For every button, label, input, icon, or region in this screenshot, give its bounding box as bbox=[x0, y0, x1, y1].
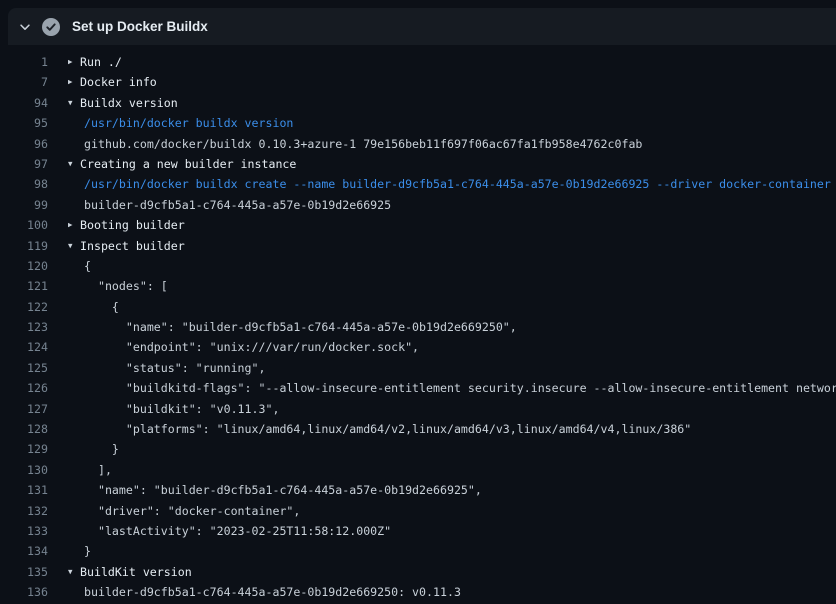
chevron-down-icon[interactable] bbox=[14, 20, 36, 34]
log-line: 121 "nodes": [ bbox=[0, 276, 836, 296]
line-number[interactable]: 131 bbox=[0, 480, 48, 500]
log-text: "status": "running", bbox=[48, 358, 265, 378]
triangle-collapsed-icon[interactable]: ▶ bbox=[68, 215, 80, 235]
line-number[interactable]: 121 bbox=[0, 276, 48, 296]
log-line: 130 ], bbox=[0, 460, 836, 480]
line-number[interactable]: 100 bbox=[0, 215, 48, 235]
line-number[interactable]: 127 bbox=[0, 399, 48, 419]
group-title[interactable]: Buildx version bbox=[80, 93, 178, 113]
triangle-collapsed-icon[interactable]: ▶ bbox=[68, 52, 80, 72]
line-number[interactable]: 125 bbox=[0, 358, 48, 378]
line-number[interactable]: 96 bbox=[0, 134, 48, 154]
line-number[interactable]: 122 bbox=[0, 297, 48, 317]
line-number[interactable]: 1 bbox=[0, 52, 48, 72]
log-group-header[interactable]: 94 ▼Buildx version bbox=[0, 93, 836, 113]
line-number[interactable]: 132 bbox=[0, 501, 48, 521]
log-text: } bbox=[48, 439, 119, 459]
group-title[interactable]: Docker info bbox=[80, 72, 157, 92]
log-line: 98/usr/bin/docker buildx create --name b… bbox=[0, 174, 836, 194]
log-line: 125 "status": "running", bbox=[0, 358, 836, 378]
log-line: 134} bbox=[0, 541, 836, 561]
log-group-header[interactable]: 119 ▼Inspect builder bbox=[0, 236, 836, 256]
log-line: 129 } bbox=[0, 439, 836, 459]
log-text: "nodes": [ bbox=[48, 276, 168, 296]
log-text: "driver": "docker-container", bbox=[48, 501, 300, 521]
log-text: { bbox=[48, 256, 91, 276]
line-number[interactable]: 128 bbox=[0, 419, 48, 439]
group-title[interactable]: Inspect builder bbox=[80, 236, 185, 256]
group-title[interactable]: BuildKit version bbox=[80, 562, 192, 582]
line-number[interactable]: 129 bbox=[0, 439, 48, 459]
log-line: 96github.com/docker/buildx 0.10.3+azure-… bbox=[0, 134, 836, 154]
check-circle-icon bbox=[42, 18, 60, 36]
log-text: } bbox=[48, 541, 91, 561]
log-line: 131 "name": "builder-d9cfb5a1-c764-445a-… bbox=[0, 480, 836, 500]
triangle-expanded-icon[interactable]: ▼ bbox=[68, 236, 80, 256]
log-text: "buildkitd-flags": "--allow-insecure-ent… bbox=[48, 378, 836, 398]
line-number[interactable]: 97 bbox=[0, 154, 48, 174]
log-group-header[interactable]: 7 ▶Docker info bbox=[0, 72, 836, 92]
line-number[interactable]: 133 bbox=[0, 521, 48, 541]
log-line: 99builder-d9cfb5a1-c764-445a-a57e-0b19d2… bbox=[0, 195, 836, 215]
log-text: "platforms": "linux/amd64,linux/amd64/v2… bbox=[48, 419, 691, 439]
line-number[interactable]: 136 bbox=[0, 582, 48, 602]
command-text: /usr/bin/docker buildx version bbox=[48, 113, 293, 133]
triangle-expanded-icon[interactable]: ▼ bbox=[68, 562, 80, 582]
log-line: 128 "platforms": "linux/amd64,linux/amd6… bbox=[0, 419, 836, 439]
log-text: { bbox=[48, 297, 119, 317]
log-group-header[interactable]: 135 ▼BuildKit version bbox=[0, 562, 836, 582]
step-header[interactable]: Set up Docker Buildx bbox=[8, 8, 836, 45]
group-title[interactable]: Creating a new builder instance bbox=[80, 154, 296, 174]
log-line: 123 "name": "builder-d9cfb5a1-c764-445a-… bbox=[0, 317, 836, 337]
log-line: 133 "lastActivity": "2023-02-25T11:58:12… bbox=[0, 521, 836, 541]
log-text: "name": "builder-d9cfb5a1-c764-445a-a57e… bbox=[48, 480, 482, 500]
log-line: 136builder-d9cfb5a1-c764-445a-a57e-0b19d… bbox=[0, 582, 836, 602]
log-line: 132 "driver": "docker-container", bbox=[0, 501, 836, 521]
log-text: "name": "builder-d9cfb5a1-c764-445a-a57e… bbox=[48, 317, 517, 337]
log-text: ], bbox=[48, 460, 112, 480]
log-group-header[interactable]: 97 ▼Creating a new builder instance bbox=[0, 154, 836, 174]
step-title: Set up Docker Buildx bbox=[72, 19, 208, 34]
log-lines: 1▶Run ./7▶Docker info94▼Buildx version95… bbox=[0, 45, 836, 603]
log-line: 122 { bbox=[0, 297, 836, 317]
line-number[interactable]: 124 bbox=[0, 337, 48, 357]
log-text: github.com/docker/buildx 0.10.3+azure-1 … bbox=[48, 134, 642, 154]
group-title[interactable]: Run ./ bbox=[80, 52, 122, 72]
command-text: /usr/bin/docker buildx create --name bui… bbox=[48, 174, 831, 194]
line-number[interactable]: 99 bbox=[0, 195, 48, 215]
log-line: 127 "buildkit": "v0.11.3", bbox=[0, 399, 836, 419]
group-title[interactable]: Booting builder bbox=[80, 215, 185, 235]
triangle-collapsed-icon[interactable]: ▶ bbox=[68, 72, 80, 92]
triangle-expanded-icon[interactable]: ▼ bbox=[68, 93, 80, 113]
line-number[interactable]: 134 bbox=[0, 541, 48, 561]
line-number[interactable]: 98 bbox=[0, 174, 48, 194]
log-line: 124 "endpoint": "unix:///var/run/docker.… bbox=[0, 337, 836, 357]
line-number[interactable]: 119 bbox=[0, 236, 48, 256]
log-text: builder-d9cfb5a1-c764-445a-a57e-0b19d2e6… bbox=[48, 582, 461, 602]
log-line: 120{ bbox=[0, 256, 836, 276]
line-number[interactable]: 126 bbox=[0, 378, 48, 398]
line-number[interactable]: 135 bbox=[0, 562, 48, 582]
line-number[interactable]: 120 bbox=[0, 256, 48, 276]
line-number[interactable]: 94 bbox=[0, 93, 48, 113]
line-number[interactable]: 7 bbox=[0, 72, 48, 92]
line-number[interactable]: 123 bbox=[0, 317, 48, 337]
actions-log-viewer: Set up Docker Buildx 1▶Run ./7▶Docker in… bbox=[0, 0, 836, 604]
log-text: "endpoint": "unix:///var/run/docker.sock… bbox=[48, 337, 419, 357]
log-group-header[interactable]: 1 ▶Run ./ bbox=[0, 52, 836, 72]
log-line: 95/usr/bin/docker buildx version bbox=[0, 113, 836, 133]
triangle-expanded-icon[interactable]: ▼ bbox=[68, 154, 80, 174]
line-number[interactable]: 95 bbox=[0, 113, 48, 133]
log-line: 126 "buildkitd-flags": "--allow-insecure… bbox=[0, 378, 836, 398]
log-group-header[interactable]: 100 ▶Booting builder bbox=[0, 215, 836, 235]
log-text: "lastActivity": "2023-02-25T11:58:12.000… bbox=[48, 521, 391, 541]
line-number[interactable]: 130 bbox=[0, 460, 48, 480]
log-text: "buildkit": "v0.11.3", bbox=[48, 399, 279, 419]
log-text: builder-d9cfb5a1-c764-445a-a57e-0b19d2e6… bbox=[48, 195, 391, 215]
